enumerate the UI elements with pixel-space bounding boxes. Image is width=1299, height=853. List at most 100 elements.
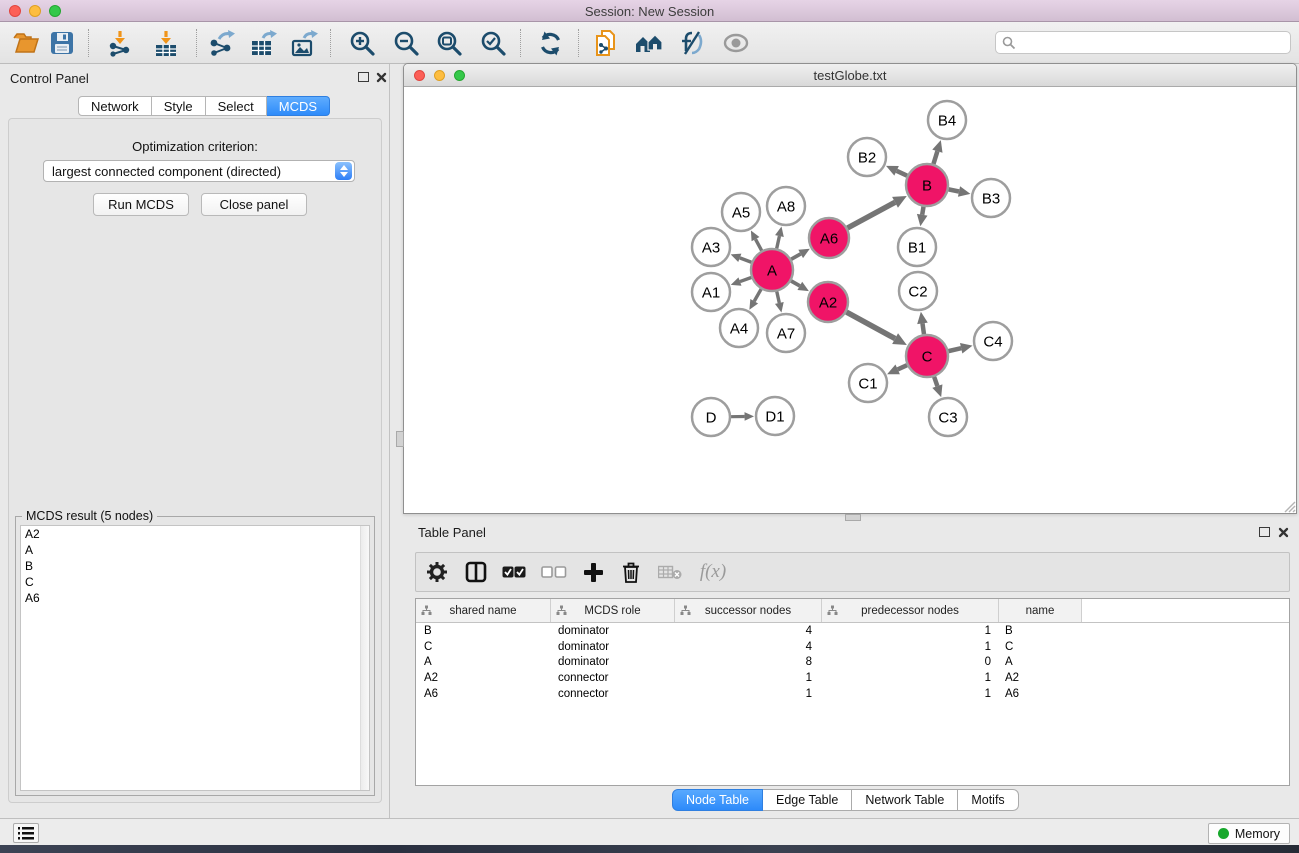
export-network-button[interactable] [205,28,237,58]
graph-edge-B-B2[interactable] [897,171,907,176]
clone-network-button[interactable] [590,28,622,58]
graphics-details-button[interactable] [676,28,708,58]
optimization-criterion-select[interactable]: largest connected component (directed) [43,160,355,182]
deselect-all-button[interactable] [534,552,574,592]
list-item[interactable]: C [21,574,369,590]
graph-edge-B-B3[interactable] [949,189,959,191]
refresh-button[interactable] [534,28,566,58]
tab-mcds[interactable]: MCDS [267,96,330,116]
trash-icon [622,562,640,583]
table-row[interactable]: Cdominator 41 C [416,639,1289,655]
network-window-titlebar: testGlobe.txt [404,64,1296,87]
graph-edge-C-C1[interactable] [898,365,907,369]
mcds-result-list[interactable]: A2 A B C A6 [20,525,370,791]
list-item[interactable]: A [21,542,369,558]
zoom-in-button[interactable] [346,28,378,58]
table-row[interactable]: Adominator 80 A [416,655,1289,671]
table-settings-button[interactable] [416,552,458,592]
tab-network-table[interactable]: Network Table [852,789,958,811]
delete-table-button[interactable] [650,552,690,592]
tab-select[interactable]: Select [206,96,267,116]
delete-column-button[interactable] [612,552,650,592]
table-header-row: shared name MCDS role successor nodes [416,599,1289,623]
export-table-button[interactable] [247,28,279,58]
search-input[interactable] [1020,34,1290,52]
close-panel-button[interactable]: Close panel [201,193,307,216]
graph-edge-A-A4[interactable] [754,289,761,301]
graph-edge-A-A3[interactable] [740,258,752,262]
graph-edge-A-A8[interactable] [777,236,780,248]
list-item[interactable]: B [21,558,369,574]
open-session-button[interactable] [10,28,42,58]
zoom-selected-button[interactable] [477,28,509,58]
tab-edge-table[interactable]: Edge Table [763,789,852,811]
column-header-predecessor-nodes[interactable]: predecessor nodes [822,599,999,622]
table-row[interactable]: A2connector 11 A2 [416,670,1289,686]
tab-motifs[interactable]: Motifs [958,789,1018,811]
column-layout-button[interactable] [458,552,494,592]
homes-icon [634,30,664,56]
table-row[interactable]: Bdominator 41 B [416,623,1289,639]
graph-edge-A2-C[interactable] [846,312,895,339]
graph-edge-C-C3[interactable] [934,377,937,386]
refresh-icon [537,30,564,57]
search-field[interactable] [995,31,1291,54]
float-panel-icon[interactable] [1259,527,1270,537]
zoom-in-icon [349,30,376,57]
run-mcds-button[interactable]: Run MCDS [93,193,189,216]
graph-edge-A6-B[interactable] [847,202,895,228]
column-header-mcds-role[interactable]: MCDS role [551,599,675,622]
app-titlebar: Session: New Session [0,0,1299,22]
graph-edge-C-C4[interactable] [948,348,961,351]
graph-edge-A-A1[interactable] [740,277,751,281]
column-header-name[interactable]: name [999,599,1082,622]
graph-edge-A-A7[interactable] [777,291,780,302]
split-collapse-handle[interactable] [845,514,861,521]
node-table[interactable]: shared name MCDS role successor nodes [415,598,1290,786]
graph-edge-arrow [731,254,742,262]
zoom-out-button[interactable] [390,28,422,58]
export-image-button[interactable] [288,28,320,58]
float-panel-icon[interactable] [358,72,369,82]
close-panel-icon[interactable] [376,72,387,83]
graph-node-label: D [706,410,717,427]
graph-edge-A-A6[interactable] [791,254,801,259]
toolbar-separator [88,29,89,57]
resize-grip[interactable] [1283,500,1296,513]
table-row[interactable]: A6connector 11 A6 [416,686,1289,702]
shared-column-icon [556,605,567,616]
graph-edge-arrow [775,227,784,238]
function-builder-button[interactable]: f(x) [690,552,736,592]
graph-edge-B-B4[interactable] [933,151,937,164]
zoom-fit-button[interactable] [433,28,465,58]
fx-icon: f(x) [700,561,726,583]
network-canvas[interactable]: B4B2BB3A8A5A6A3B1AA1C2A2A4A7C4CC1DD1C3 [404,87,1296,513]
list-scrollbar[interactable] [360,526,369,790]
memory-label: Memory [1235,827,1280,841]
list-item[interactable]: A6 [21,590,369,606]
home-button[interactable] [633,28,665,58]
task-history-button[interactable] [13,823,39,843]
save-session-button[interactable] [46,28,78,58]
graph-node-label: B4 [938,113,956,130]
add-column-button[interactable] [574,552,612,592]
select-all-button[interactable] [494,552,534,592]
tab-node-table[interactable]: Node Table [672,789,763,811]
column-header-shared-name[interactable]: shared name [416,599,551,622]
import-network-button[interactable] [104,28,136,58]
column-header-successor-nodes[interactable]: successor nodes [675,599,822,622]
import-table-button[interactable] [150,28,182,58]
memory-button[interactable]: Memory [1208,823,1290,844]
graph-edge-B-B1[interactable] [922,207,923,215]
show-hide-button[interactable] [720,28,752,58]
delete-table-icon [658,565,682,580]
tab-style[interactable]: Style [152,96,206,116]
graph-node-label: A3 [702,240,720,257]
close-panel-icon[interactable] [1278,527,1289,538]
split-collapse-handle[interactable] [396,431,404,447]
list-item[interactable]: A2 [21,526,369,542]
graph-edge-C-C2[interactable] [922,323,924,334]
graph-edge-A-A5[interactable] [756,239,762,250]
graph-edge-A-A2[interactable] [791,281,800,286]
tab-network[interactable]: Network [78,96,152,116]
